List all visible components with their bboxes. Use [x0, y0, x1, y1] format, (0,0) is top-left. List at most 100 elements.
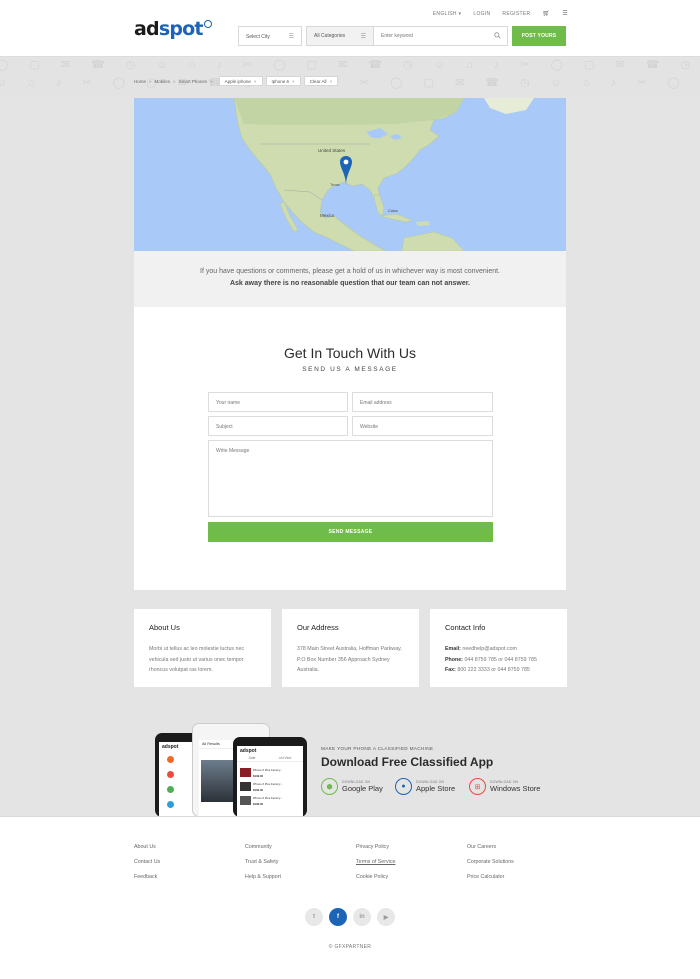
location-map[interactable]: United States Mexico Cuba Texas: [134, 98, 566, 251]
footer-link-corporate[interactable]: Corporate Solutions: [467, 859, 514, 874]
footer-link-cookie[interactable]: Cookie Policy: [356, 874, 395, 889]
fax-label: Fax:: [445, 667, 456, 673]
apple-store-text: DOWNLOAD ON Apple Store: [416, 780, 455, 793]
footer-link-feedback[interactable]: Feedback: [134, 874, 160, 889]
google-play-text: DOWNLOAD ON Google Play: [342, 780, 383, 793]
email-label: Email:: [445, 646, 461, 652]
send-message-button[interactable]: SEND MESSAGE: [208, 522, 493, 542]
apple-store-link[interactable]: ● DOWNLOAD ON Apple Store: [395, 778, 455, 795]
footer-link-about[interactable]: About Us: [134, 844, 160, 859]
contact-phone: 044 8759 785 or 044 8759 785: [464, 656, 537, 663]
windows-store-link[interactable]: ⊞ DOWNLOAD ON Windows Store: [469, 778, 540, 795]
close-icon[interactable]: ×: [292, 79, 295, 84]
breadcrumb-mobiles[interactable]: Mobiles: [155, 79, 171, 84]
search-icon[interactable]: [494, 32, 501, 41]
logo-badge-icon: [203, 20, 212, 28]
breadcrumb-home[interactable]: Home: [134, 79, 146, 84]
facebook-icon[interactable]: f: [329, 908, 347, 926]
copyright: © GFXPARTNER: [328, 944, 372, 950]
subject-field[interactable]: Subject: [208, 416, 348, 436]
windows-store-text: DOWNLOAD ON Windows Store: [490, 780, 540, 793]
social-links: t f in ▶: [305, 908, 395, 926]
menu-icon[interactable]: ☰: [562, 10, 568, 17]
footer-link-trust[interactable]: Trust & Safety: [245, 859, 281, 874]
clear-all-chip[interactable]: Clear All ×: [303, 76, 339, 86]
map-label-cuba: Cuba: [388, 208, 398, 213]
close-icon[interactable]: ×: [254, 79, 257, 84]
footer-link-community[interactable]: Community: [245, 844, 281, 859]
message-placeholder: Write Message: [216, 448, 250, 454]
app-promo: adspot All Results adspot Date List View…: [0, 700, 700, 817]
register-link[interactable]: REGISTER: [502, 11, 530, 17]
about-us-text: Morbi ut tellus ac leo molestie luctus n…: [149, 646, 245, 673]
our-address-text: 378 Main Street Australia, Hoffman Parkw…: [297, 646, 402, 673]
footer-link-careers[interactable]: Our Careers: [467, 844, 514, 859]
listing-thumbnail: [240, 782, 251, 791]
contact-intro: If you have questions or comments, pleas…: [134, 251, 566, 307]
phone-mockup-right: adspot Date List View iPhone 6 Plus Fact…: [233, 737, 307, 817]
chip-label: Iphone 6: [271, 78, 290, 84]
email-field[interactable]: Email address: [352, 392, 493, 412]
cart-icon[interactable]: 🛒︎: [542, 10, 550, 17]
breadcrumb-separator-icon: »: [173, 78, 176, 84]
windows-icon: ⊞: [469, 778, 486, 795]
phone-label: Phone:: [445, 656, 463, 663]
pattern-row: ◯ ▢ ✉ ☎ ◷ ☺ ⌂ ♪ ✂ ◯ ▢ ✉ ☎ ◷ ☺ ⌂ ♪ ✂ ◯ ▢ …: [0, 59, 700, 71]
youtube-icon[interactable]: ▶: [377, 908, 395, 926]
linkedin-icon[interactable]: in: [353, 908, 371, 926]
contact-info-details: Email: needhelp@adspot.com Phone: 044 87…: [445, 644, 552, 676]
website-field[interactable]: Website: [352, 416, 493, 436]
phone-screen: adspot Date List View iPhone 6 Plus Fact…: [237, 746, 303, 817]
contact-info-title: Contact Info: [445, 623, 486, 632]
filter-chip-iphone-6[interactable]: Iphone 6 ×: [265, 76, 301, 86]
login-link[interactable]: LOGIN: [473, 11, 490, 17]
map-graphic: United States Mexico Cuba Texas: [233, 98, 534, 251]
footer-link-privacy[interactable]: Privacy Policy: [356, 844, 395, 859]
footer-link-contact[interactable]: Contact Us: [134, 859, 160, 874]
name-placeholder: Your name: [216, 400, 240, 406]
search-box: All Categories ☰: [306, 26, 508, 46]
select-city-dropdown[interactable]: Select City ☰: [238, 26, 302, 46]
phone-tab-list: List View: [278, 756, 292, 760]
breadcrumb-separator-icon: »: [149, 78, 152, 84]
filter-chip-apple-iphone[interactable]: Apple iphone ×: [218, 76, 263, 86]
language-selector[interactable]: ENGLISH ▾: [433, 11, 462, 17]
twitter-icon[interactable]: t: [305, 908, 323, 926]
site-footer: About Us Contact Us Feedback Community T…: [0, 816, 700, 979]
breadcrumb: Home» Mobiles» Smart Phones» Apple iphon…: [134, 76, 339, 86]
contact-email[interactable]: needhelp@adspot.com: [462, 646, 517, 652]
footer-link-price[interactable]: Price Calculator: [467, 874, 514, 889]
google-play-label: Google Play: [342, 784, 383, 793]
message-textarea[interactable]: Write Message: [208, 440, 493, 517]
contact-info-card: Contact Info Email: needhelp@adspot.com …: [430, 609, 567, 687]
site-header: adspot ENGLISH ▾ LOGIN REGISTER 🛒︎ ☰ Sel…: [0, 0, 700, 57]
listing-price: $199.00: [253, 802, 264, 806]
keyword-input[interactable]: [374, 27, 492, 45]
about-us-title: About Us: [149, 623, 180, 632]
listing-title: iPhone 6 Plus Factory...: [253, 796, 283, 800]
apple-icon: ●: [395, 778, 412, 795]
category-label: All Categories: [314, 33, 346, 39]
listing-title: iPhone 6 Plus Factory...: [253, 782, 283, 786]
app-kicker: MAKE YOUR PHONE A CLASSIFIED MACHINE: [321, 746, 434, 751]
post-yours-button[interactable]: POST YOURS: [512, 26, 566, 46]
logo-text-spot: spot: [158, 18, 204, 40]
decorative-pattern: ◯ ▢ ✉ ☎ ◷ ☺ ⌂ ♪ ✂ ◯ ▢ ✉ ☎ ◷ ☺ ⌂ ♪ ✂ ◯ ▢ …: [0, 58, 700, 98]
map-label-texas: Texas: [330, 183, 340, 187]
close-icon[interactable]: ×: [329, 79, 332, 84]
footer-link-terms[interactable]: Terms of Service: [356, 859, 395, 874]
intro-line-1: If you have questions or comments, pleas…: [200, 268, 500, 275]
listing-price: $199.00: [253, 788, 264, 792]
breadcrumb-smart-phones[interactable]: Smart Phones: [179, 79, 208, 84]
google-play-link[interactable]: ⬢ DOWNLOAD ON Google Play: [321, 778, 383, 795]
listing-thumbnail: [240, 796, 251, 805]
logo[interactable]: adspot: [134, 18, 212, 40]
phone-tab-date: Date: [248, 756, 256, 760]
form-subtitle: SEND US A MESSAGE: [302, 366, 398, 373]
chip-label: Clear All: [309, 78, 327, 84]
footer-link-help[interactable]: Help & Support: [245, 874, 281, 889]
name-field[interactable]: Your name: [208, 392, 348, 412]
our-address-title: Our Address: [297, 623, 339, 632]
contact-fax: 800 222 3333 or 044 8759 785: [457, 667, 530, 673]
category-dropdown[interactable]: All Categories ☰: [307, 27, 374, 45]
